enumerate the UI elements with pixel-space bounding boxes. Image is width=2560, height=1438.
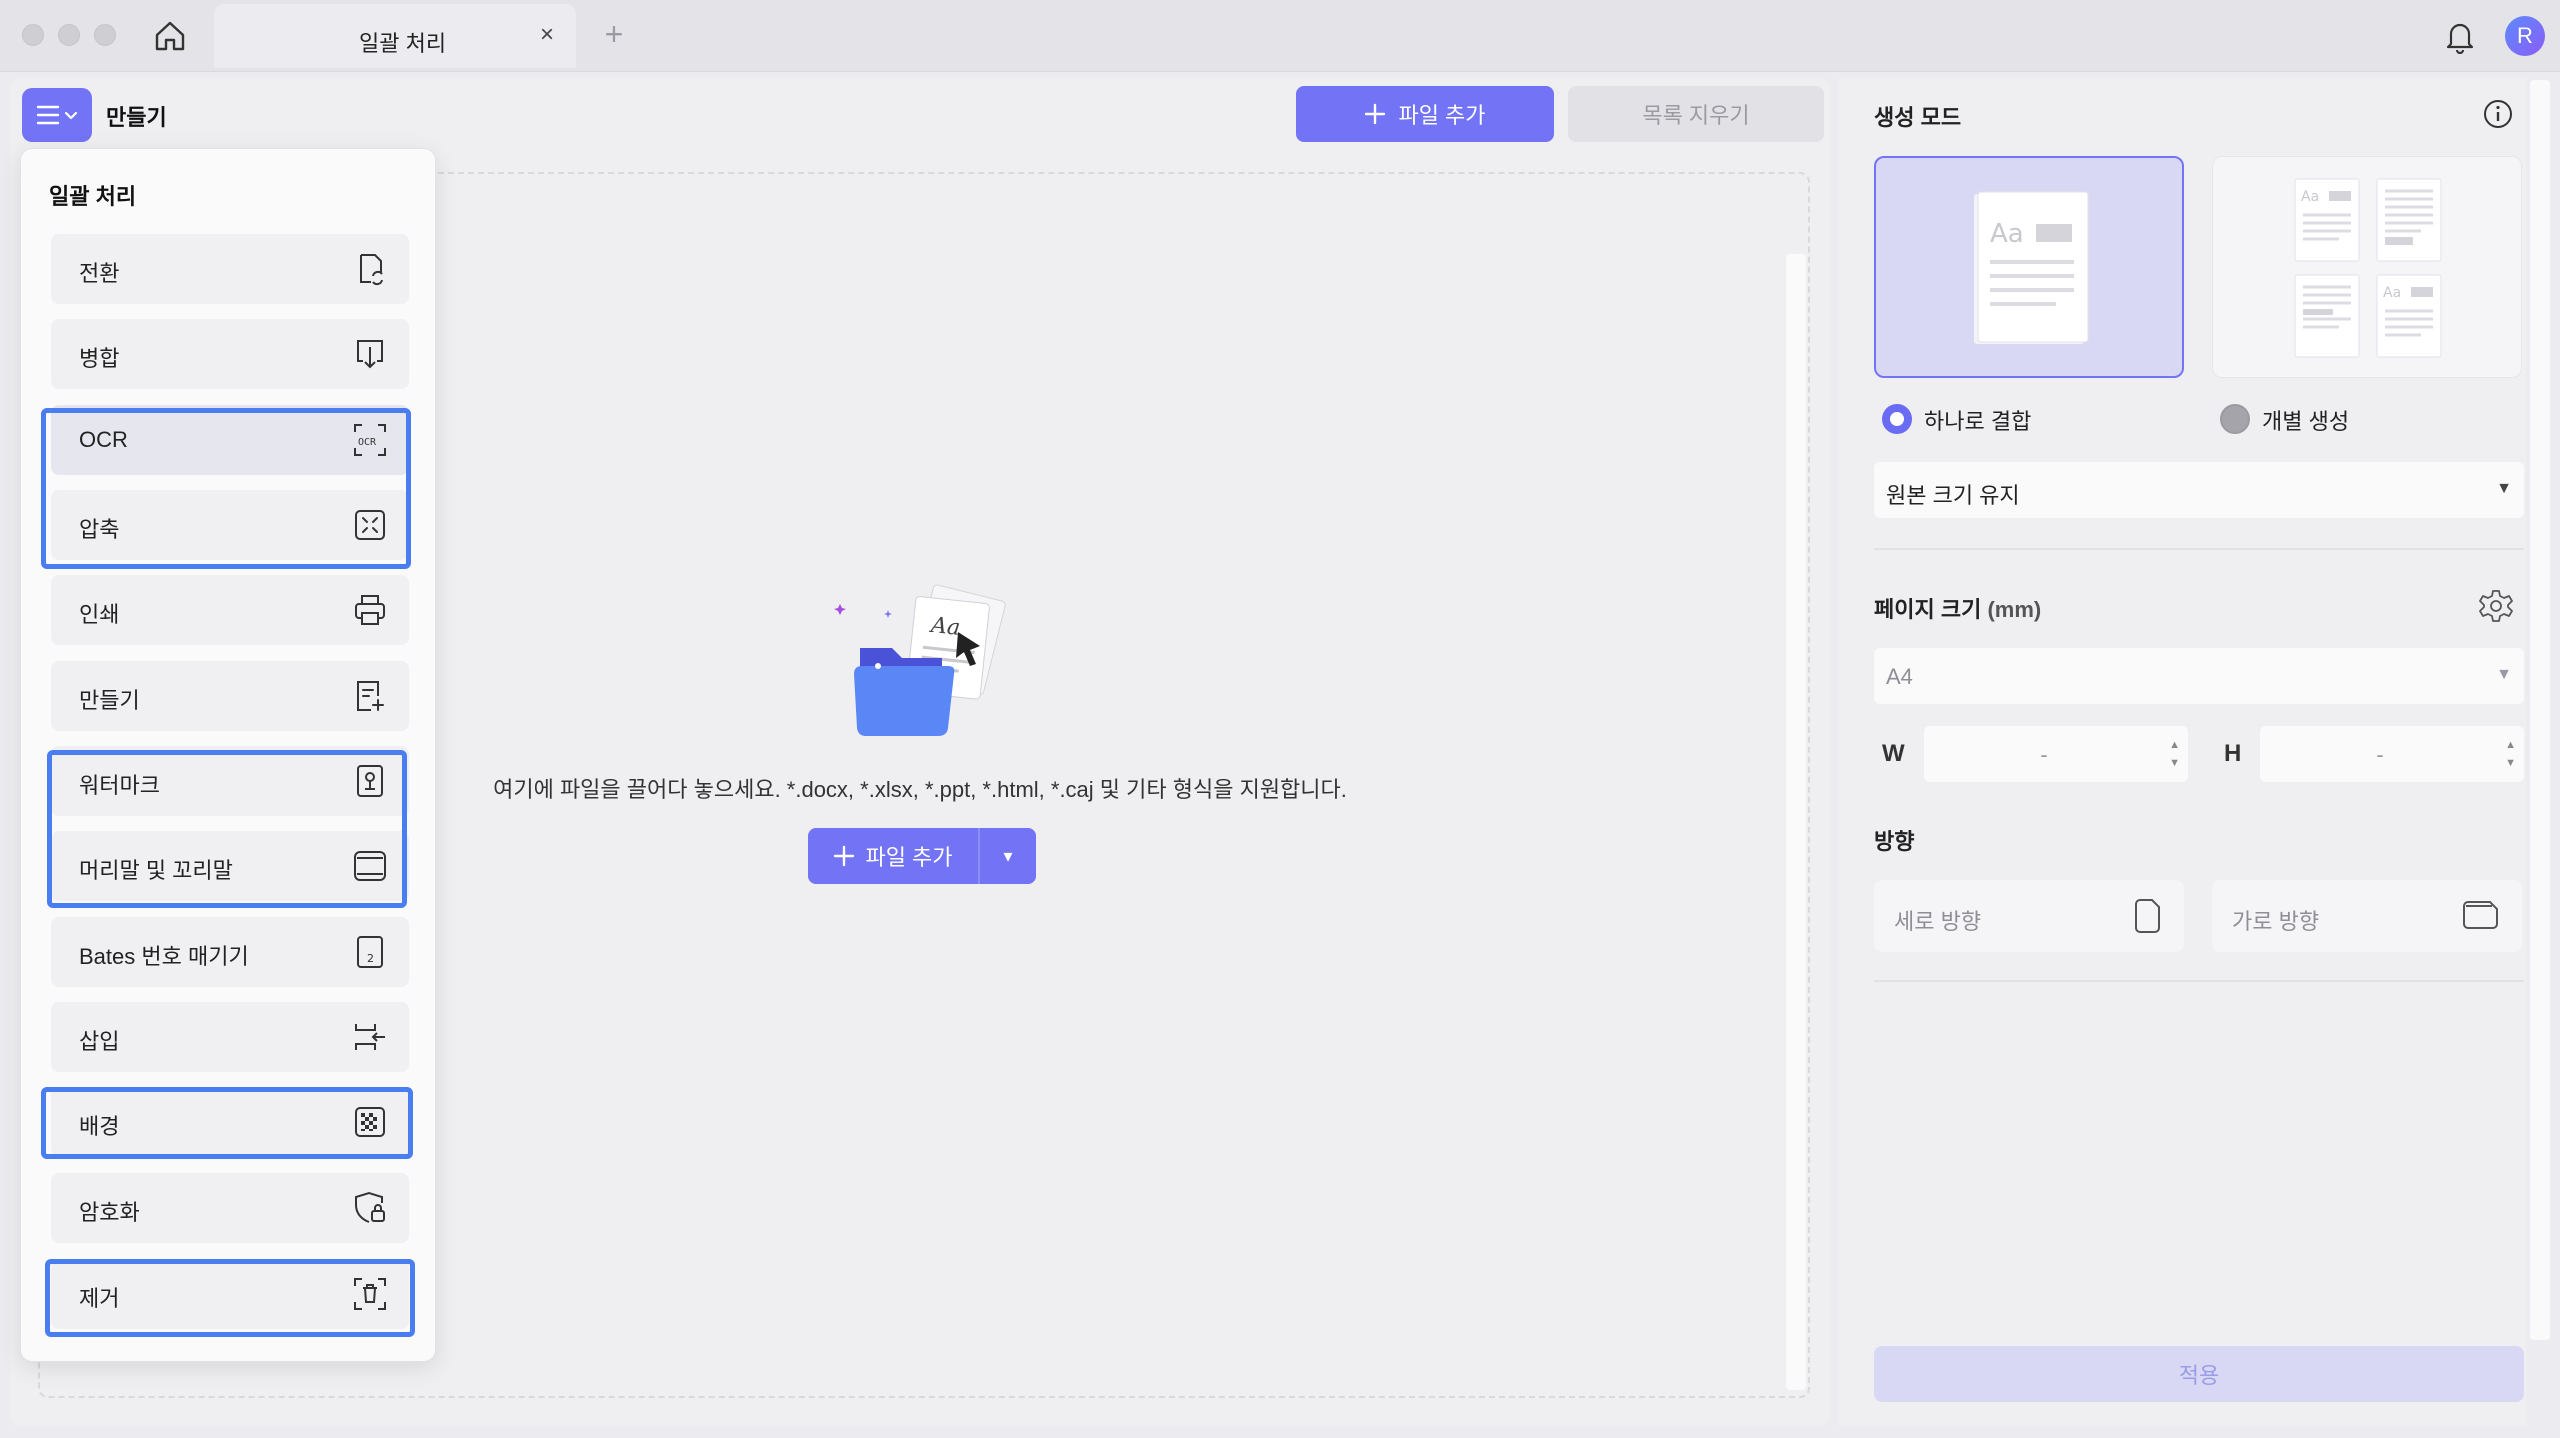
width-label: W: [1882, 740, 1905, 767]
apply-label: 적용: [2178, 1363, 2220, 1388]
size-option-select[interactable]: 원본 크기 유지 ▼: [1874, 462, 2524, 518]
tab-title: 일괄 처리: [359, 31, 447, 56]
width-stepper[interactable]: ▲ ▼: [2169, 736, 2180, 772]
chevron-down-icon: ▼: [2496, 666, 2512, 683]
menu-item-merge[interactable]: 병합: [51, 319, 409, 389]
separate-mode-card[interactable]: Aa Aa: [2212, 156, 2522, 378]
multiple-documents-icon: Aa Aa: [2294, 178, 2442, 358]
separate-mode-radio[interactable]: [2220, 404, 2250, 434]
add-file-center-button[interactable]: 파일 추가: [808, 828, 978, 884]
section-divider: [1874, 548, 2524, 550]
landscape-icon: [2463, 901, 2498, 929]
width-value: -: [2040, 742, 2048, 767]
portrait-icon: [2135, 899, 2160, 933]
plus-icon: [834, 845, 855, 867]
single-document-icon: Aa: [1974, 191, 2089, 344]
add-file-label: 파일 추가: [1398, 103, 1486, 128]
add-file-center-label: 파일 추가: [865, 845, 953, 870]
encrypt-icon: [355, 1191, 385, 1223]
page-size-heading: 페이지 크기 (mm): [1874, 592, 2041, 624]
bates-number-icon: 2: [357, 936, 383, 968]
info-icon[interactable]: [2482, 98, 2514, 130]
menu-item-convert[interactable]: 전환: [51, 234, 409, 304]
clear-list-button[interactable]: 목록 지우기: [1568, 86, 1824, 142]
menu-item-label: 암호화: [79, 1200, 140, 1225]
title-bar: 일괄 처리 × + R: [0, 0, 2560, 72]
combine-mode-card[interactable]: Aa: [1874, 156, 2184, 378]
menu-item-label: 병합: [79, 346, 120, 371]
merge-icon: [357, 340, 383, 369]
close-window-button[interactable]: [22, 24, 44, 46]
bell-icon[interactable]: [2442, 18, 2478, 55]
settings-scrollbar[interactable]: [2530, 80, 2550, 1340]
gear-icon[interactable]: [2478, 588, 2514, 624]
menu-item-create[interactable]: 만들기: [51, 661, 409, 731]
plus-icon: [1365, 103, 1386, 125]
add-file-split-button[interactable]: 파일 추가 ▾: [808, 828, 1036, 884]
menu-title: 일괄 처리: [49, 184, 137, 209]
svg-text:Aa: Aa: [1990, 219, 2024, 249]
drop-hint-text: 여기에 파일을 끌어다 놓으세요. *.docx, *.xlsx, *.ppt,…: [493, 777, 1347, 802]
highlight-remove: [45, 1259, 415, 1337]
print-icon: [355, 595, 385, 625]
menu-item-insert[interactable]: 삽입: [51, 1002, 409, 1072]
portrait-option[interactable]: 세로 방향: [1874, 880, 2184, 952]
highlight-ocr-compress: [41, 408, 411, 569]
maximize-window-button[interactable]: [94, 24, 116, 46]
current-mode-label: 만들기: [106, 105, 167, 130]
menu-item-bates-numbering[interactable]: Bates 번호 매기기 2: [51, 917, 409, 987]
orientation-heading: 방향: [1874, 829, 1915, 854]
file-list-scrollbar[interactable]: [1786, 254, 1806, 1390]
page-size-unit: (mm): [1987, 597, 2042, 622]
combine-mode-label: 하나로 결합: [1924, 409, 2032, 434]
minimize-window-button[interactable]: [58, 24, 80, 46]
tab-batch-process[interactable]: 일괄 처리 ×: [214, 4, 576, 68]
menu-item-encrypt[interactable]: 암호화: [51, 1173, 409, 1243]
create-icon: [357, 681, 384, 711]
page-size-select[interactable]: A4 ▼: [1874, 648, 2524, 704]
combine-mode-radio[interactable]: [1882, 404, 1912, 434]
height-stepper[interactable]: ▲ ▼: [2505, 736, 2516, 772]
new-tab-button[interactable]: +: [598, 16, 630, 52]
home-icon[interactable]: [152, 18, 188, 54]
insert-icon: [355, 1024, 385, 1050]
page-size-value: A4: [1886, 664, 1913, 689]
clear-list-label: 목록 지우기: [1642, 103, 1750, 128]
width-input[interactable]: - ▲ ▼: [1924, 726, 2188, 782]
height-input[interactable]: - ▲ ▼: [2260, 726, 2524, 782]
landscape-option[interactable]: 가로 방향: [2212, 880, 2522, 952]
highlight-watermark-header: [47, 750, 407, 908]
svg-text:Aa: Aa: [2301, 189, 2319, 205]
convert-icon: [360, 254, 383, 286]
generation-mode-heading: 생성 모드: [1874, 105, 1962, 130]
chevron-down-icon: ▼: [2496, 480, 2512, 497]
tab-close-icon[interactable]: ×: [532, 20, 562, 50]
svg-text:Aa: Aa: [2383, 285, 2401, 301]
section-divider: [1874, 980, 2524, 982]
chevron-down-icon[interactable]: ▾: [980, 828, 1036, 884]
apply-button[interactable]: 적용: [1874, 1346, 2524, 1402]
add-file-button[interactable]: 파일 추가: [1296, 86, 1554, 142]
menu-item-label: 만들기: [79, 688, 140, 713]
menu-list-icon: [36, 105, 78, 125]
folder-files-illustration: Aa: [834, 584, 1006, 736]
menu-toggle-button[interactable]: [22, 88, 92, 142]
svg-text:2: 2: [367, 952, 374, 965]
landscape-label: 가로 방향: [2232, 909, 2320, 934]
menu-item-label: 전환: [79, 261, 120, 286]
avatar[interactable]: R: [2505, 16, 2545, 56]
page-size-heading-text: 페이지 크기: [1874, 597, 1982, 622]
portrait-label: 세로 방향: [1894, 909, 1982, 934]
highlight-background: [41, 1087, 413, 1159]
menu-item-label: 삽입: [79, 1029, 120, 1054]
height-value: -: [2376, 742, 2384, 767]
separate-mode-label: 개별 생성: [2262, 409, 2350, 434]
menu-item-print[interactable]: 인쇄: [51, 575, 409, 645]
size-option-value: 원본 크기 유지: [1886, 483, 2020, 508]
svg-text:Aa: Aa: [928, 613, 961, 641]
menu-item-label: 인쇄: [79, 602, 120, 627]
menu-item-label: Bates 번호 매기기: [79, 944, 249, 969]
height-label: H: [2224, 740, 2242, 767]
